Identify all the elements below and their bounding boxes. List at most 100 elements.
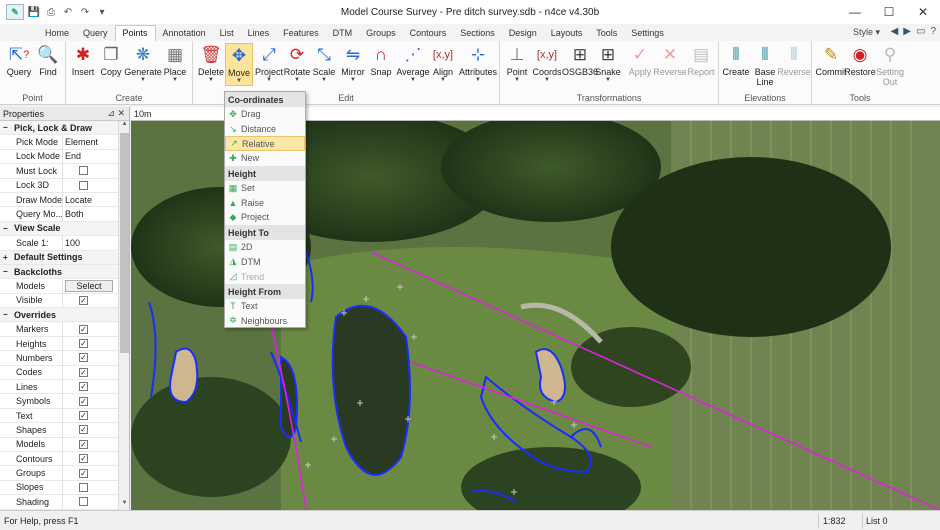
property-row-visible[interactable]: Visible ✓ [0,293,129,309]
snake-button[interactable]: ⊞ Snake ▼ [592,43,624,84]
tab-points[interactable]: Points [114,25,156,41]
monitor-icon[interactable]: ▭ [916,26,925,37]
attributes-button[interactable]: ⊹ Attributes ▼ [458,43,498,84]
save-icon[interactable]: 💾 [27,5,41,19]
tab-lines[interactable]: Lines [241,26,277,41]
checked-checkbox[interactable]: ✓ [79,382,88,392]
property-row-heights[interactable]: Heights ✓ [0,336,129,352]
report-button[interactable]: ▤ Report [685,43,717,77]
tab-groups[interactable]: Groups [359,26,403,41]
section-default-settings[interactable]: + Default Settings [0,250,129,265]
menu-item-drag[interactable]: ✥ Drag [225,107,305,122]
property-row-text[interactable]: Text ✓ [0,408,129,424]
menu-item-set[interactable]: ▦ Set [225,181,305,196]
minimize-button[interactable]: — [838,0,872,24]
back-arrow-icon[interactable]: ◀ [891,26,899,37]
property-row-codes[interactable]: Codes ✓ [0,365,129,381]
menu-item-raise[interactable]: ▲ Raise [225,195,305,210]
tab-design[interactable]: Design [502,26,544,41]
find-button[interactable]: 🔍 Find [31,43,65,77]
property-row-models[interactable]: Models Select [0,279,129,294]
unchecked-checkbox[interactable] [79,497,88,507]
close-button[interactable]: ✕ [906,0,940,24]
collapse-icon[interactable]: − [0,123,10,132]
align-button[interactable]: [x,y] Align ▼ [427,43,459,84]
checked-checkbox[interactable]: ✓ [79,411,88,420]
undo-icon[interactable]: ↶ [61,5,75,19]
snap-button[interactable]: ∩ Snap [366,43,396,77]
tab-sections[interactable]: Sections [453,26,502,41]
checked-checkbox[interactable]: ✓ [79,339,88,349]
restore-button[interactable]: ◉ Restore [844,43,876,77]
section-backcloths[interactable]: − Backcloths [0,264,129,280]
forward-arrow-icon[interactable]: ▶ [903,26,911,37]
maximize-button[interactable]: ☐ [872,0,906,24]
pin-icon[interactable]: ⊿ [107,108,115,118]
property-row-symbols[interactable]: Symbols ✓ [0,394,129,409]
property-row-contours[interactable]: Contours ✓ [0,451,129,467]
menu-item-distance[interactable]: ↘ Distance [225,122,305,137]
tab-features[interactable]: Features [276,26,326,41]
tab-dtm[interactable]: DTM [326,26,360,41]
scroll-up-icon[interactable]: ▲ [119,121,130,131]
unchecked-checkbox[interactable] [79,482,88,492]
property-row-scale-1[interactable]: Scale 1:100▼ [0,236,129,251]
checked-checkbox[interactable]: ✓ [79,396,88,406]
checked-checkbox[interactable]: ✓ [79,454,88,464]
move-button[interactable]: ✥ Move ▼ [225,43,253,86]
tab-layouts[interactable]: Layouts [544,26,590,41]
tab-annotation[interactable]: Annotation [156,26,213,41]
section-pick-lock-draw[interactable]: − Pick, Lock & Draw [0,121,129,136]
place-button[interactable]: ▦ Place ▼ [158,43,192,84]
scale-button[interactable]: ⤡ Scale ▼ [310,43,338,84]
tab-list[interactable]: List [213,26,241,41]
property-row-markers[interactable]: Markers ✓ [0,322,129,337]
unchecked-checkbox[interactable] [79,166,88,176]
print-icon[interactable]: ⎙ [44,5,58,19]
property-row-slopes[interactable]: Slopes [0,480,129,496]
property-row-models[interactable]: Models ✓ [0,437,129,452]
tab-settings[interactable]: Settings [624,26,671,41]
property-row-lock-3d[interactable]: Lock 3D [0,178,129,193]
checked-checkbox[interactable]: ✓ [79,353,88,363]
properties-scrollbar[interactable]: ▲ ▼ [118,121,129,510]
menu-item-text[interactable]: T Text [225,299,305,314]
property-row-shapes[interactable]: Shapes ✓ [0,423,129,438]
delete-button[interactable]: 🗑 Delete ▼ [194,43,228,84]
section-overrides[interactable]: − Overrides [0,308,129,323]
property-row-draw-mode[interactable]: Draw ModeLocate▼ [0,192,129,208]
tab-home[interactable]: Home [38,26,76,41]
menu-item-project[interactable]: ◆ Project [225,210,305,225]
collapse-icon[interactable]: − [0,267,10,276]
generate-button[interactable]: ❋ Generate ▼ [124,43,162,84]
property-row-groups[interactable]: Groups ✓ [0,466,129,481]
checked-checkbox[interactable]: ✓ [79,295,88,305]
tab-tools[interactable]: Tools [589,26,624,41]
panel-close-icon[interactable]: ✕ [117,108,125,118]
qat-dropdown-icon[interactable]: ▾ [95,5,109,19]
expand-icon[interactable]: + [0,253,10,262]
style-dropdown[interactable]: Style ▾ [853,27,880,38]
property-row-lines[interactable]: Lines ✓ [0,380,129,395]
reverse-transform-button[interactable]: ✕ Reverse [653,43,687,77]
copy-button[interactable]: ❐ Copy [94,43,128,77]
coords-button[interactable]: [x,y] Coords ▼ [531,43,563,84]
apply-button[interactable]: ✓ Apply [624,43,656,77]
collapse-icon[interactable]: − [0,224,10,233]
checked-checkbox[interactable]: ✓ [79,367,88,377]
property-row-lock-mode[interactable]: Lock ModeEnd▼ [0,149,129,165]
redo-icon[interactable]: ↷ [78,5,92,19]
property-row-pick-mode[interactable]: Pick ModeElement▼ [0,135,129,150]
unchecked-checkbox[interactable] [79,180,88,190]
menu-item-neighbours[interactable]: ✲ Neighbours [225,314,305,329]
checked-checkbox[interactable]: ✓ [79,468,88,478]
select-button[interactable]: Select [65,279,113,292]
menu-item-dtm[interactable]: ◮ DTM [225,255,305,270]
help-icon[interactable]: ? [930,26,936,37]
menu-item-relative[interactable]: ↗ Relative [225,136,305,152]
property-row-must-lock[interactable]: Must Lock [0,164,129,179]
setting-out-button[interactable]: ⚲ Setting Out [874,43,906,87]
property-row-numbers[interactable]: Numbers ✓ [0,351,129,366]
collapse-icon[interactable]: − [0,310,10,319]
tab-contours[interactable]: Contours [403,26,454,41]
